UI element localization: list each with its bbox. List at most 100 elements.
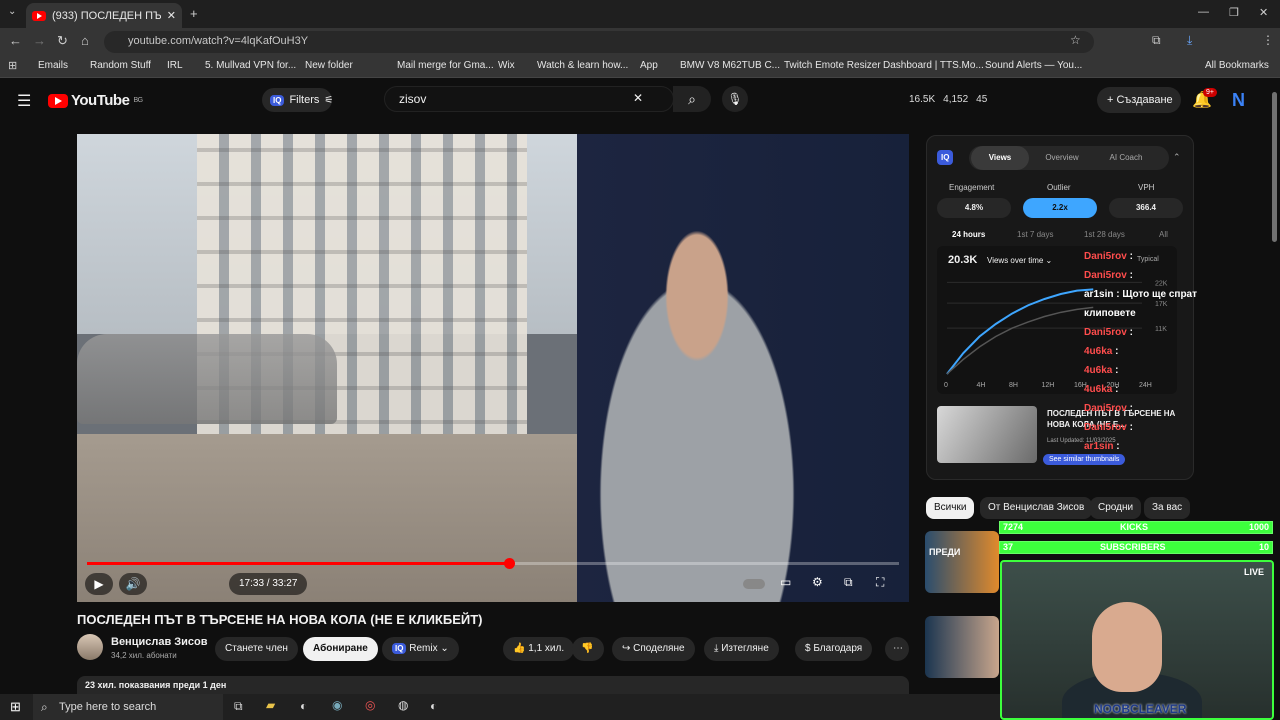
create-button[interactable]: + Създаване <box>1097 87 1181 113</box>
bookmark-item[interactable]: IRL <box>167 60 183 71</box>
browser-tab[interactable]: (933) ПОСЛЕДЕН ПЪТ В ТЪ... ✕ <box>26 3 182 28</box>
window-close-icon[interactable]: ✕ <box>1259 6 1268 19</box>
clear-search-icon[interactable]: ✕ <box>633 91 643 105</box>
remix-button[interactable]: IQ Remix ⌄ <box>382 637 459 661</box>
app-icon[interactable]: ◉ <box>332 698 342 712</box>
reload-icon[interactable]: ↻ <box>57 33 68 49</box>
back-icon[interactable]: ← <box>9 33 22 48</box>
subscribe-button[interactable]: Абониране <box>303 637 378 661</box>
recommended-thumbnail[interactable] <box>925 616 999 678</box>
range-28d[interactable]: 1st 28 days <box>1084 230 1125 239</box>
taskbar-search[interactable]: ⌕ Type here to search <box>33 694 223 720</box>
chat-text: : <box>1129 327 1133 338</box>
bookmark-item[interactable]: Sound Alerts — You... <box>985 60 1082 71</box>
all-bookmarks[interactable]: All Bookmarks <box>1205 60 1269 71</box>
home-icon[interactable]: ⌂ <box>81 33 89 48</box>
like-button[interactable]: 👍 1,1 хил. <box>503 637 575 661</box>
download-icon[interactable]: ⤓ <box>1187 33 1192 48</box>
url-field[interactable]: youtube.com/watch?v=4lqKafOuH3Y <box>104 31 1094 53</box>
dislike-button[interactable]: 👎 <box>572 637 604 661</box>
join-button[interactable]: Станете член <box>215 637 298 661</box>
bookmark-item[interactable]: Mail merge for Gma... <box>397 60 494 71</box>
apps-grid-icon[interactable]: ⊞ <box>8 59 17 72</box>
subtitles-icon[interactable]: ▭ <box>780 575 791 589</box>
progress-bar[interactable] <box>87 558 899 569</box>
new-tab-icon[interactable]: + <box>190 6 198 21</box>
file-explorer-icon[interactable]: ▰ <box>266 698 275 712</box>
chip-for-you[interactable]: За вас <box>1144 497 1191 519</box>
bookmark-item[interactable]: BMW V8 M62TUB C... <box>680 60 780 71</box>
extensions-icon[interactable]: ⧉ <box>1152 33 1161 48</box>
tab-list-icon[interactable]: ⌄ <box>8 6 16 17</box>
search-input[interactable]: zisov ✕ <box>384 86 674 112</box>
task-view-icon[interactable]: ⧉ <box>234 699 243 714</box>
restore-icon[interactable]: ❐ <box>1229 6 1239 19</box>
voice-search-button[interactable]: 🎙 <box>722 86 748 112</box>
chat-username: ar1sin <box>1084 289 1114 300</box>
bookmark-item[interactable]: Random Stuff <box>90 60 151 71</box>
play-button[interactable]: ▶ <box>85 573 113 595</box>
more-actions-button[interactable]: ⋯ <box>885 637 909 661</box>
live-badge: LIVE <box>1244 567 1265 577</box>
channel-name[interactable]: Венцислав Зисов <box>111 636 208 648</box>
windows-start-icon[interactable]: ⊞ <box>10 699 21 715</box>
webcam-face <box>1092 602 1162 692</box>
page-scrollbar[interactable] <box>1270 82 1278 692</box>
obs-icon[interactable]: ◍ <box>398 698 408 712</box>
hamburger-menu-icon[interactable]: ☰ <box>17 91 31 111</box>
youtube-logo[interactable]: YouTube BG <box>48 92 143 109</box>
tab-overview[interactable]: Overview <box>1033 146 1091 170</box>
minimize-icon[interactable]: — <box>1198 6 1209 18</box>
search-button[interactable]: ⌕ <box>673 86 711 112</box>
collapse-icon[interactable]: ⌃ <box>1173 152 1181 163</box>
filters-button[interactable]: IQ Filters ⚟ <box>262 88 333 112</box>
bookmark-item[interactable]: New folder <box>305 60 353 71</box>
filters-label: Filters <box>289 94 320 106</box>
scrollbar-thumb[interactable] <box>1272 92 1277 242</box>
app-icon[interactable]: ◐ <box>300 699 307 713</box>
miniplayer-icon[interactable]: ⧉ <box>844 575 853 590</box>
range-all[interactable]: All <box>1159 230 1168 239</box>
thanks-button[interactable]: $ Благодаря <box>795 637 873 661</box>
chat-username: ar1sin <box>1084 441 1114 452</box>
channel-avatar[interactable] <box>77 634 103 660</box>
tab-ai-coach[interactable]: AI Coach <box>1097 146 1155 170</box>
chrome-icon[interactable]: ◎ <box>365 698 375 712</box>
chip-all[interactable]: Всички <box>926 497 975 519</box>
volume-icon: 🔊 <box>125 577 141 591</box>
autoplay-toggle[interactable] <box>743 579 765 589</box>
related-thumbnail[interactable] <box>937 406 1037 463</box>
range-7d[interactable]: 1st 7 days <box>1017 230 1053 239</box>
app-icon[interactable]: ◐ <box>430 699 437 713</box>
settings-gear-icon[interactable]: ⚙ <box>812 575 823 589</box>
search-value: zisov <box>399 92 427 106</box>
bookmark-item[interactable]: Dashboard | TTS.Mo... <box>883 60 984 71</box>
notification-badge: 9+ <box>1203 88 1217 97</box>
bookmark-item[interactable]: Emails <box>38 60 68 71</box>
menu-icon[interactable]: ⋮ <box>1262 33 1274 47</box>
recommended-thumbnail[interactable]: ПРЕДИ <box>925 531 999 593</box>
chat-message: Dani5rov : <box>1084 323 1234 342</box>
bookmark-item[interactable]: Wix <box>498 60 515 71</box>
bookmark-item[interactable]: App <box>640 60 658 71</box>
tab-close-icon[interactable]: ✕ <box>167 9 176 22</box>
chat-username: 4u6ka <box>1084 384 1113 395</box>
download-button[interactable]: ⤓ Изтегляне <box>704 637 779 661</box>
range-24h[interactable]: 24 hours <box>952 230 985 239</box>
account-avatar[interactable]: N <box>1232 90 1245 111</box>
tab-views[interactable]: Views <box>971 146 1029 170</box>
video-player[interactable]: ▶ 🔊 17:33 / 33:27 ▭ ⚙ ⧉ ⛶ <box>77 134 909 602</box>
volume-button[interactable]: 🔊 <box>119 573 147 595</box>
bookmark-star-icon[interactable]: ☆ <box>1070 33 1081 47</box>
share-button[interactable]: ↪ Споделяне <box>612 637 695 661</box>
chat-message: 4u6ka : <box>1084 342 1234 361</box>
description-box[interactable]: 23 хил. показвания преди 1 ден <box>77 676 909 696</box>
fullscreen-icon[interactable]: ⛶ <box>876 575 884 590</box>
chip-from-channel[interactable]: От Венцислав Зисов <box>980 497 1093 519</box>
chip-related[interactable]: Сродни <box>1090 497 1142 519</box>
bookmark-item[interactable]: Watch & learn how... <box>537 60 628 71</box>
bookmark-item[interactable]: 5. Mullvad VPN for... <box>205 60 296 71</box>
bookmark-item[interactable]: Twitch Emote Resizer <box>784 60 881 71</box>
bookmarks-bar: ⊞ All Bookmarks Emails Random Stuff IRL 5. … <box>0 56 1280 78</box>
forward-icon[interactable]: → <box>33 33 46 48</box>
